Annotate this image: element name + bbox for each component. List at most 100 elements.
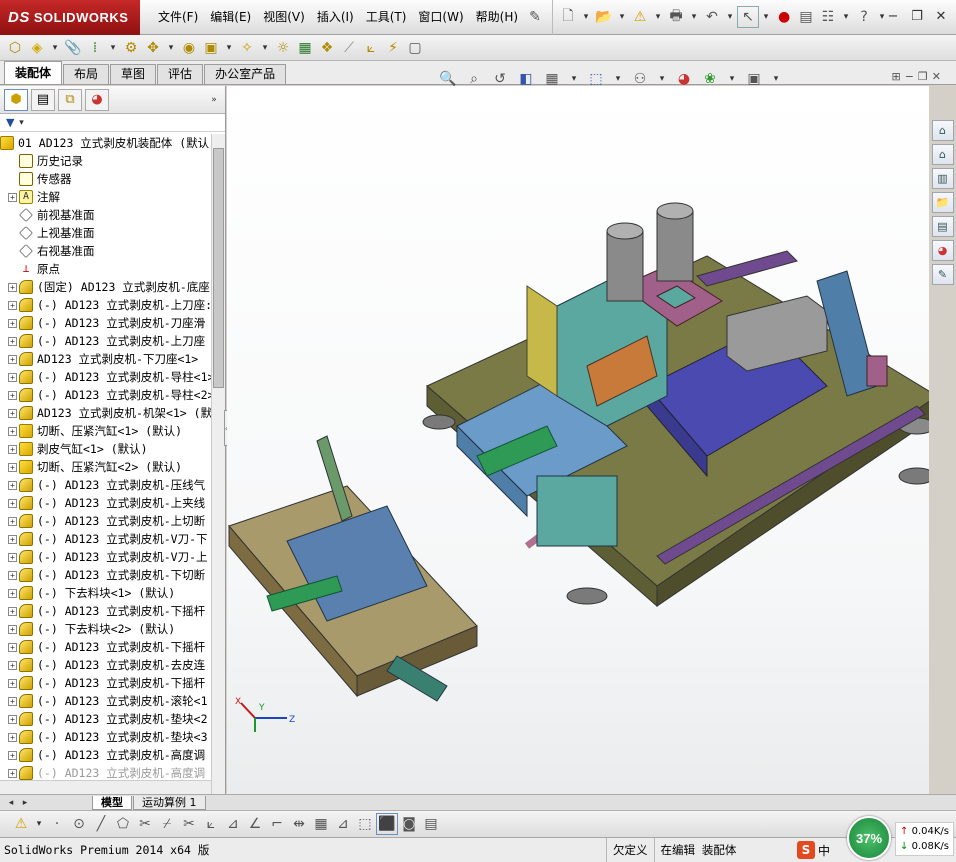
tree-item[interactable]: + (-) AD123 立式剥皮机-下摇杆 bbox=[0, 674, 211, 692]
tree-item[interactable]: + (-) AD123 立式剥皮机-垫块<2 bbox=[0, 710, 211, 728]
expand-toggle-icon[interactable]: + bbox=[8, 282, 17, 292]
tree-item[interactable]: + AD123 立式剥皮机-下刀座<1> bbox=[0, 350, 211, 368]
file-explorer-icon[interactable]: 📁 bbox=[931, 192, 954, 213]
menu-edit[interactable]: 编辑(E) bbox=[204, 0, 257, 35]
tree-item[interactable]: + (-) AD123 立式剥皮机-导柱<1> bbox=[0, 368, 211, 386]
instant3d-icon[interactable]: ⟀ bbox=[360, 37, 382, 59]
tree-item[interactable]: + (-) AD123 立式剥皮机-导柱<2> bbox=[0, 386, 211, 404]
new-part-icon[interactable]: ◈ bbox=[26, 37, 48, 59]
appearances-icon[interactable]: ◕ bbox=[931, 240, 954, 261]
tab-layout[interactable]: 布局 bbox=[63, 64, 110, 84]
select-cursor-icon[interactable]: ↖ bbox=[737, 6, 760, 28]
tree-item[interactable]: 上视基准面 bbox=[0, 224, 211, 242]
dropdown-arrow-icon[interactable]: ▾ bbox=[687, 6, 701, 28]
view-palette-icon[interactable]: ▤ bbox=[931, 216, 954, 237]
tree-item[interactable]: 右视基准面 bbox=[0, 242, 211, 260]
custom-properties-icon[interactable]: ✎ bbox=[931, 264, 954, 285]
tree-root[interactable]: 01 AD123 立式剥皮机装配体 (默认 bbox=[0, 134, 211, 152]
tab-office-products[interactable]: 办公室产品 bbox=[204, 64, 287, 84]
menu-insert[interactable]: 插入(I) bbox=[311, 0, 360, 35]
tab-evaluate[interactable]: 评估 bbox=[157, 64, 204, 84]
solidworks-resources-icon[interactable]: ⌂ bbox=[931, 120, 954, 141]
tree-item[interactable]: + (-) 下去料块<1> (默认) bbox=[0, 584, 211, 602]
bracket-icon[interactable]: ⌐ bbox=[266, 813, 288, 835]
scissors-icon[interactable]: ✂ bbox=[178, 813, 200, 835]
expand-toggle-icon[interactable]: + bbox=[8, 696, 17, 706]
expand-toggle-icon[interactable]: + bbox=[8, 660, 17, 670]
tree-item[interactable]: + (-) AD123 立式剥皮机-滚轮<1 bbox=[0, 692, 211, 710]
insert-component-icon[interactable]: ⬡ bbox=[4, 37, 26, 59]
new-motion-study-icon[interactable]: ☼ bbox=[272, 37, 294, 59]
menu-window[interactable]: 窗口(W) bbox=[412, 0, 469, 35]
configuration-manager-tab-icon[interactable]: ⧉ bbox=[58, 88, 82, 111]
grid-icon[interactable]: ▦ bbox=[310, 813, 332, 835]
cube-icon[interactable]: ⬛ bbox=[376, 813, 398, 835]
new-document-icon[interactable]: 🗋 bbox=[557, 6, 579, 28]
point-icon[interactable]: · bbox=[46, 813, 68, 835]
open-folder-icon[interactable]: 📂 bbox=[593, 6, 615, 28]
camera-icon[interactable]: ◙ bbox=[398, 813, 420, 835]
home-icon[interactable]: ⌂ bbox=[931, 144, 954, 165]
rebuild-warning-icon[interactable]: ⚠ bbox=[629, 6, 651, 28]
dropdown-arrow-icon[interactable]: ▾ bbox=[615, 6, 629, 28]
assembly-features-icon[interactable]: ▣ bbox=[200, 37, 222, 59]
expand-toggle-icon[interactable]: + bbox=[8, 534, 17, 544]
explode-line-icon[interactable]: ⟋ bbox=[338, 37, 360, 59]
tab-assembly[interactable]: 装配体 bbox=[4, 61, 63, 84]
tree-item[interactable]: + (-) AD123 立式剥皮机-上刀座 bbox=[0, 332, 211, 350]
viewport-close-icon[interactable]: ✕ bbox=[932, 70, 941, 83]
display-manager-tab-icon[interactable]: ◕ bbox=[85, 88, 109, 111]
expand-toggle-icon[interactable]: + bbox=[8, 480, 17, 490]
dropdown-arrow-icon[interactable]: ▾ bbox=[32, 813, 46, 835]
expand-toggle-icon[interactable]: + bbox=[8, 552, 17, 562]
dropdown-arrow-icon[interactable]: ▾ bbox=[164, 37, 178, 59]
circle-icon[interactable]: ⊙ bbox=[68, 813, 90, 835]
help-icon[interactable]: ? bbox=[853, 6, 875, 28]
box-icon[interactable]: ⬚ bbox=[354, 813, 376, 835]
expand-toggle-icon[interactable]: + bbox=[8, 588, 17, 598]
menu-file[interactable]: 文件(F) bbox=[152, 0, 204, 35]
tree-item[interactable]: 前视基准面 bbox=[0, 206, 211, 224]
restore-icon[interactable]: ❐ bbox=[906, 6, 928, 26]
network-monitor[interactable]: 37% ↑ 0.04K/s ↓ 0.08K/s bbox=[843, 812, 956, 862]
tree-item[interactable]: + AD123 立式剥皮机-机架<1> (默 bbox=[0, 404, 211, 422]
feature-tree-tab-icon[interactable]: ⬢ bbox=[4, 88, 28, 111]
expand-toggle-icon[interactable]: + bbox=[8, 354, 17, 364]
relation-icon[interactable]: ⊿ bbox=[332, 813, 354, 835]
warning-icon[interactable]: ⚠ bbox=[10, 813, 32, 835]
tree-item[interactable]: + (-) AD123 立式剥皮机-下切断 bbox=[0, 566, 211, 584]
line-icon[interactable]: ╱ bbox=[90, 813, 112, 835]
tree-item[interactable]: + (-) AD123 立式剥皮机-V刀-下 bbox=[0, 530, 211, 548]
dropdown-arrow-icon[interactable]: ▾ bbox=[723, 6, 737, 28]
move-component-icon[interactable]: ✥ bbox=[142, 37, 164, 59]
mate-icon[interactable]: 📎 bbox=[62, 37, 84, 59]
dropdown-arrow-icon[interactable]: ▾ bbox=[14, 112, 28, 134]
viewport-minimize-icon[interactable]: − bbox=[905, 70, 914, 83]
take-snapshot-icon[interactable]: ▢ bbox=[404, 37, 426, 59]
expand-toggle-icon[interactable]: + bbox=[8, 750, 17, 760]
filter-icon[interactable]: ▼ bbox=[6, 116, 14, 129]
expand-toggle-icon[interactable]: + bbox=[8, 516, 17, 526]
split-view-icon[interactable]: ⊞ bbox=[891, 70, 900, 83]
tree-item[interactable]: + 切断、压紧汽缸<2> (默认) bbox=[0, 458, 211, 476]
polygon-icon[interactable]: ⬠ bbox=[112, 813, 134, 835]
tree-item[interactable]: + (-) AD123 立式剥皮机-去皮连 bbox=[0, 656, 211, 674]
linear-pattern-icon[interactable]: ⁞ bbox=[84, 37, 106, 59]
dropdown-arrow-icon[interactable]: ▾ bbox=[579, 6, 593, 28]
assembly-model-view[interactable]: Z X Y bbox=[227, 86, 929, 794]
design-library-icon[interactable]: ▥ bbox=[931, 168, 954, 189]
expand-toggle-icon[interactable]: + bbox=[8, 372, 17, 382]
tree-item[interactable]: + (-) AD123 立式剥皮机-垫块<3 bbox=[0, 728, 211, 746]
tree-item[interactable]: 传感器 bbox=[0, 170, 211, 188]
trim-icon[interactable]: ✂ bbox=[134, 813, 156, 835]
tree-item[interactable]: + (-) AD123 立式剥皮机-上刀座: bbox=[0, 296, 211, 314]
expand-toggle-icon[interactable]: + bbox=[8, 678, 17, 688]
bill-of-materials-icon[interactable]: ▦ bbox=[294, 37, 316, 59]
dropdown-arrow-icon[interactable]: ▾ bbox=[48, 37, 62, 59]
tree-item[interactable]: + (固定) AD123 立式剥皮机-底座 bbox=[0, 278, 211, 296]
expand-toggle-icon[interactable]: + bbox=[8, 768, 17, 778]
undo-icon[interactable]: ↶ bbox=[701, 6, 723, 28]
tree-item[interactable]: + A 注解 bbox=[0, 188, 211, 206]
close-icon[interactable]: ✕ bbox=[930, 6, 952, 26]
tree-item[interactable]: + 切断、压紧汽缸<1> (默认) bbox=[0, 422, 211, 440]
